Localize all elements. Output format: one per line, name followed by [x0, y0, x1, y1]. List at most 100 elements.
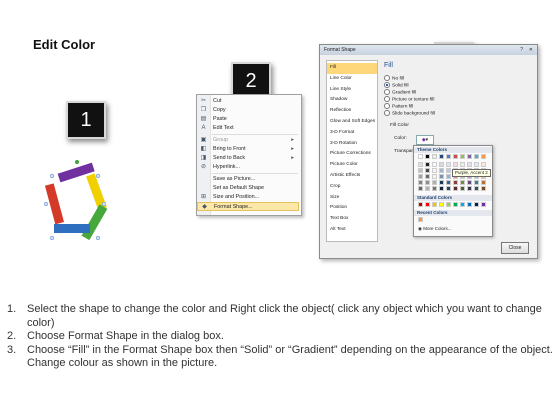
- theme-color-swatch[interactable]: [439, 180, 444, 185]
- theme-color-swatch[interactable]: [460, 154, 465, 159]
- menu-item-set-default-shape[interactable]: Set as Default Shape: [197, 184, 299, 193]
- theme-color-swatch[interactable]: [460, 186, 465, 191]
- menu-item-group[interactable]: ▣ Group ▸: [197, 136, 299, 145]
- menu-item-send-to-back[interactable]: ◨ Send to Back ▸: [197, 154, 299, 163]
- menu-item-save-as-picture[interactable]: Save as Picture...: [197, 175, 299, 184]
- nav-item-shadow[interactable]: Shadow: [327, 95, 377, 106]
- theme-color-swatch[interactable]: [439, 174, 444, 179]
- nav-item-size[interactable]: Size: [327, 193, 377, 204]
- nav-item-3d-format[interactable]: 3-D Format: [327, 128, 377, 139]
- theme-color-swatch[interactable]: [432, 186, 437, 191]
- radio-gradient-fill[interactable]: Gradient fill: [384, 89, 416, 95]
- theme-color-swatch[interactable]: [474, 186, 479, 191]
- menu-item-format-shape[interactable]: ◆ Format Shape...: [197, 202, 299, 211]
- theme-color-swatch[interactable]: [425, 180, 430, 185]
- theme-color-swatch[interactable]: [418, 186, 423, 191]
- standard-color-swatch[interactable]: [467, 202, 472, 207]
- theme-color-swatch[interactable]: [446, 174, 451, 179]
- theme-color-swatch[interactable]: [425, 168, 430, 173]
- nav-item-picture-corrections[interactable]: Picture Corrections: [327, 149, 377, 160]
- standard-color-swatch[interactable]: [460, 202, 465, 207]
- radio-slide-background-fill[interactable]: Slide background fill: [384, 110, 435, 116]
- theme-color-swatch[interactable]: [481, 180, 486, 185]
- nav-item-text-box[interactable]: Text Box: [327, 214, 377, 225]
- nav-item-glow[interactable]: Glow and Soft Edges: [327, 117, 377, 128]
- nav-item-artistic-effects[interactable]: Artistic Effects: [327, 171, 377, 182]
- theme-color-swatch[interactable]: [467, 154, 472, 159]
- standard-color-swatch[interactable]: [481, 202, 486, 207]
- nav-item-fill[interactable]: Fill: [327, 63, 377, 74]
- radio-picture-fill[interactable]: Picture or texture fill: [384, 96, 434, 102]
- recent-color-swatch[interactable]: [418, 217, 423, 222]
- radio-solid-fill[interactable]: Solid fill: [384, 82, 409, 88]
- theme-color-swatch[interactable]: [474, 154, 479, 159]
- nav-item-crop[interactable]: Crop: [327, 182, 377, 193]
- more-colors-link[interactable]: ◉ More Colors...: [418, 226, 451, 232]
- nav-item-3d-rotation[interactable]: 3-D Rotation: [327, 139, 377, 150]
- theme-color-swatch[interactable]: [474, 162, 479, 167]
- theme-color-swatch[interactable]: [418, 154, 423, 159]
- theme-color-swatch[interactable]: [467, 162, 472, 167]
- color-picker-button[interactable]: ◆▾: [416, 135, 434, 145]
- theme-color-swatch[interactable]: [481, 154, 486, 159]
- rotate-handle[interactable]: [75, 160, 79, 164]
- theme-color-swatch[interactable]: [418, 174, 423, 179]
- theme-color-swatch[interactable]: [481, 186, 486, 191]
- radio-pattern-fill[interactable]: Pattern fill: [384, 103, 413, 109]
- standard-color-swatch[interactable]: [453, 202, 458, 207]
- theme-color-swatch[interactable]: [439, 186, 444, 191]
- theme-color-swatch[interactable]: [439, 154, 444, 159]
- pentagon-hands-shape[interactable]: [36, 160, 116, 250]
- menu-item-size-and-position[interactable]: ⊞ Size and Position...: [197, 193, 299, 202]
- nav-item-line-color[interactable]: Line Color: [327, 74, 377, 85]
- theme-color-swatch[interactable]: [453, 162, 458, 167]
- theme-color-swatch[interactable]: [425, 154, 430, 159]
- menu-item-edit-text[interactable]: A Edit Text: [197, 124, 299, 133]
- theme-color-swatch[interactable]: [446, 162, 451, 167]
- standard-color-swatch[interactable]: [446, 202, 451, 207]
- theme-color-swatch[interactable]: [460, 180, 465, 185]
- theme-color-swatch[interactable]: [418, 180, 423, 185]
- theme-color-swatch[interactable]: [439, 168, 444, 173]
- theme-color-swatch[interactable]: [446, 186, 451, 191]
- theme-color-swatch[interactable]: [446, 154, 451, 159]
- standard-color-swatch[interactable]: [418, 202, 423, 207]
- theme-color-swatch[interactable]: [432, 174, 437, 179]
- theme-color-swatch[interactable]: [453, 180, 458, 185]
- menu-item-bring-to-front[interactable]: ◧ Bring to Front ▸: [197, 145, 299, 154]
- menu-item-cut[interactable]: ✂ Cut: [197, 97, 299, 106]
- standard-color-swatch[interactable]: [474, 202, 479, 207]
- theme-color-swatch[interactable]: [446, 180, 451, 185]
- nav-item-alt-text[interactable]: Alt Text: [327, 225, 377, 236]
- theme-color-swatch[interactable]: [432, 168, 437, 173]
- standard-color-swatch[interactable]: [439, 202, 444, 207]
- theme-color-swatch[interactable]: [425, 174, 430, 179]
- close-button[interactable]: Close: [501, 242, 529, 254]
- theme-color-swatch[interactable]: [474, 180, 479, 185]
- theme-color-swatch[interactable]: [418, 168, 423, 173]
- theme-color-swatch[interactable]: [425, 162, 430, 167]
- theme-color-swatch[interactable]: [460, 162, 465, 167]
- theme-color-swatch[interactable]: [432, 154, 437, 159]
- theme-color-swatch[interactable]: [453, 186, 458, 191]
- nav-item-reflection[interactable]: Reflection: [327, 106, 377, 117]
- close-icon[interactable]: ✕: [529, 46, 533, 54]
- radio-no-fill[interactable]: No fill: [384, 75, 404, 81]
- theme-color-swatch[interactable]: [446, 168, 451, 173]
- menu-item-hyperlink[interactable]: ⊘ Hyperlink...: [197, 163, 299, 172]
- nav-item-picture-color[interactable]: Picture Color: [327, 160, 377, 171]
- theme-color-swatch[interactable]: [439, 162, 444, 167]
- nav-item-line-style[interactable]: Line Style: [327, 85, 377, 96]
- theme-color-swatch[interactable]: [432, 162, 437, 167]
- theme-color-swatch[interactable]: [481, 162, 486, 167]
- help-icon[interactable]: ?: [520, 46, 523, 54]
- standard-color-swatch[interactable]: [425, 202, 430, 207]
- theme-color-swatch[interactable]: [467, 186, 472, 191]
- theme-color-swatch[interactable]: [453, 154, 458, 159]
- menu-item-paste[interactable]: ▤ Paste: [197, 115, 299, 124]
- nav-item-position[interactable]: Position: [327, 203, 377, 214]
- theme-color-swatch[interactable]: [467, 180, 472, 185]
- menu-item-copy[interactable]: ❐ Copy: [197, 106, 299, 115]
- theme-color-swatch[interactable]: [418, 162, 423, 167]
- standard-color-swatch[interactable]: [432, 202, 437, 207]
